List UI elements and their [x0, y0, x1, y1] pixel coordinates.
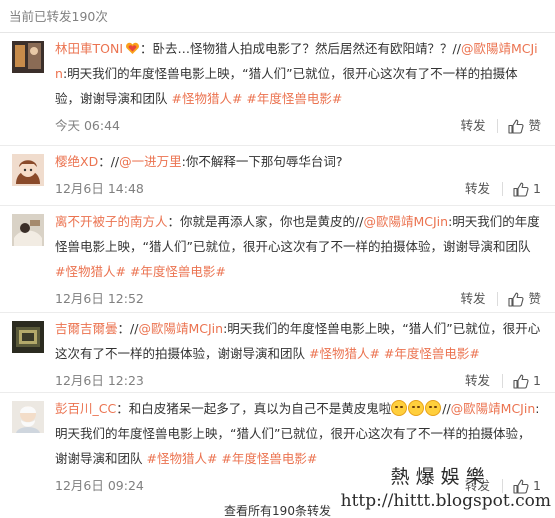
repost-item: 吉爾吉爾曇：//@歐陽靖MCJin:明天我们的年度怪兽电影上映，“猎人们”已就位… — [0, 313, 555, 393]
like-count: 赞 — [528, 291, 541, 306]
repost-separator: // — [442, 401, 451, 416]
avatar[interactable] — [12, 41, 44, 73]
repost-actions: 转发 赞 — [460, 111, 541, 141]
repost-button[interactable]: 转发 — [460, 111, 485, 141]
mention-link[interactable]: @歐陽靖MCJin — [363, 214, 448, 229]
avatar[interactable] — [12, 154, 44, 186]
avatar-image — [12, 41, 44, 73]
like-count: 1 — [533, 373, 541, 388]
repost-actions: 转发 1 — [465, 174, 541, 204]
divider — [497, 292, 499, 306]
repost-text: 彭百川_CC：和白皮猪呆一起多了，真以为自己不是黄皮鬼啦//@歐陽靖MCJin:… — [55, 393, 541, 471]
like-button[interactable]: 赞 — [508, 111, 541, 141]
avatar-image — [12, 154, 44, 186]
divider — [502, 182, 504, 196]
repost-comment: ：你就是再添人家，你也是黄皮的// — [167, 214, 364, 229]
avatar-image — [12, 401, 44, 433]
hashtag-link[interactable]: #年度怪兽电影# — [130, 264, 226, 279]
username-link[interactable]: 离不开被子的南方人 — [55, 214, 168, 229]
avatar[interactable] — [12, 321, 44, 353]
username-link[interactable]: 彭百川_CC — [55, 401, 116, 416]
repost-count: 当前已转发190次 — [9, 9, 108, 24]
emoji-icon — [391, 400, 408, 416]
repost-comment: ：和白皮猪呆一起多了，真以为自己不是黄皮鬼啦 — [116, 401, 392, 416]
mention-link[interactable]: @歐陽靖MCJin — [451, 401, 536, 416]
divider — [497, 119, 499, 133]
repost-item: 离不开被子的南方人：你就是再添人家，你也是黄皮的//@歐陽靖MCJin:明天我们… — [0, 206, 555, 313]
repost-meta: 12月6日 14:48 转发 1 — [55, 174, 541, 204]
repost-meta: 今天 06:44 转发 赞 — [55, 111, 541, 141]
repost-count-header: 当前已转发190次 — [0, 0, 555, 33]
timestamp: 12月6日 09:24 — [55, 478, 144, 493]
like-count: 1 — [533, 181, 541, 196]
repost-meta: 12月6日 12:52 转发 赞 — [55, 284, 541, 314]
repost-comment: ：卧去…怪物猎人拍成电影了？然后居然还有欧阳靖？？// — [140, 41, 461, 56]
thumbs-up-icon — [508, 119, 525, 134]
username-link[interactable]: 林田車TONI — [55, 41, 123, 56]
repost-list: 林田車TONI ：卧去…怪物猎人拍成电影了？然后居然还有欧阳靖？？// @歐陽靖MC… — [0, 33, 555, 499]
timestamp: 12月6日 12:23 — [55, 373, 144, 388]
hashtag-link[interactable]: #怪物猎人# — [146, 451, 217, 466]
mention-link[interactable]: @歐陽靖MCJin — [138, 321, 223, 336]
repost-item: 林田車TONI ：卧去…怪物猎人拍成电影了？然后居然还有欧阳靖？？//@歐陽靖MC… — [0, 33, 555, 146]
hashtag-link[interactable]: #年度怪兽电影# — [221, 451, 317, 466]
like-button[interactable]: 赞 — [508, 284, 541, 314]
repost-button[interactable]: 转发 — [460, 284, 485, 314]
repost-button[interactable]: 转发 — [465, 174, 490, 204]
repost-comment: ：// — [98, 154, 120, 169]
like-button[interactable]: 1 — [513, 174, 541, 204]
hashtag-link[interactable]: #怪物猎人# — [309, 346, 380, 361]
hashtag-link[interactable]: #怪物猎人# — [55, 264, 126, 279]
repost-text: 吉爾吉爾曇：//@歐陽靖MCJin:明天我们的年度怪兽电影上映，“猎人们”已就位… — [55, 313, 541, 366]
member-badge-icon — [126, 42, 139, 54]
thumbs-up-icon — [508, 292, 525, 307]
repost-text: 樱绝XD：//@一进万里:你不解释一下那句辱华台词? — [55, 146, 541, 174]
like-button[interactable]: 1 — [513, 366, 541, 396]
repost-item: 樱绝XD：//@一进万里:你不解释一下那句辱华台词? 12月6日 14:48 转… — [0, 146, 555, 206]
watermark-title: 熱爆娛樂 — [390, 466, 491, 488]
divider — [502, 374, 504, 388]
repost-comment: ：// — [117, 321, 139, 336]
repost-actions: 转发 赞 — [460, 284, 541, 314]
repost-button[interactable]: 转发 — [465, 366, 490, 396]
hashtag-link[interactable]: #怪物猎人# — [171, 91, 242, 106]
like-count: 赞 — [528, 118, 541, 133]
mention-link[interactable]: @一进万里 — [119, 154, 182, 169]
hashtag-link[interactable]: #年度怪兽电影# — [384, 346, 480, 361]
avatar[interactable] — [12, 214, 44, 246]
repost-text: 林田車TONI ：卧去…怪物猎人拍成电影了？然后居然还有欧阳靖？？//@歐陽靖MC… — [55, 33, 541, 111]
avatar[interactable] — [12, 401, 44, 433]
repost-meta: 12月6日 12:23 转发 1 — [55, 366, 541, 396]
original-post-text: :你不解释一下那句辱华台词? — [181, 154, 343, 169]
username-link[interactable]: 吉爾吉爾曇 — [55, 321, 118, 336]
emoji-icon — [425, 400, 442, 416]
username-link[interactable]: 樱绝XD — [55, 154, 98, 169]
timestamp: 今天 06:44 — [55, 118, 120, 133]
emoji-icon — [408, 400, 425, 416]
view-all-reposts-link[interactable]: 查看所有190条转发 — [0, 505, 555, 517]
watermark: 熱爆娛樂 http://hittt.blogspot.com — [341, 462, 551, 511]
timestamp: 12月6日 12:52 — [55, 291, 144, 306]
timestamp: 12月6日 14:48 — [55, 181, 144, 196]
hashtag-link[interactable]: #年度怪兽电影# — [246, 91, 342, 106]
repost-text: 离不开被子的南方人：你就是再添人家，你也是黄皮的//@歐陽靖MCJin:明天我们… — [55, 206, 541, 284]
repost-actions: 转发 1 — [465, 366, 541, 396]
thumbs-up-icon — [513, 374, 529, 389]
thumbs-up-icon — [513, 182, 529, 197]
avatar-image — [12, 321, 44, 353]
avatar-image — [12, 214, 44, 246]
